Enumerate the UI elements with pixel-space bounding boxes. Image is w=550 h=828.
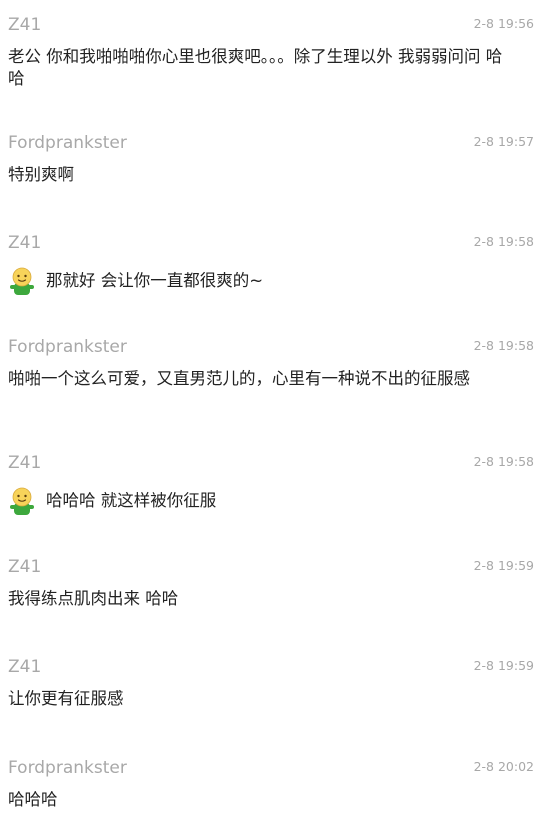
message-text[interactable]: 让你更有征服感 [8, 688, 508, 710]
message-text[interactable]: 特别爽啊 [8, 164, 508, 186]
chat-log: Z41 2-8 19:56 老公 你和我啪啪啪你心里也很爽吧。。。除了生理以外 … [0, 0, 550, 828]
message-timestamp: 2-8 19:59 [473, 558, 534, 573]
message-sender: Fordprankster [8, 133, 127, 153]
message-text[interactable]: 老公 你和我啪啪啪你心里也很爽吧。。。除了生理以外 我弱弱问问 哈哈 [8, 46, 508, 90]
smiley-icon [10, 267, 34, 295]
message-timestamp: 2-8 19:59 [473, 658, 534, 673]
message-sender: Z41 [8, 233, 42, 253]
message-sender: Z41 [8, 657, 42, 677]
message-content: 那就好 会让你一直都很爽的~ [8, 264, 263, 298]
message-text[interactable]: 哈哈哈 [8, 789, 508, 811]
message-sender: Fordprankster [8, 337, 127, 357]
message-timestamp: 2-8 20:02 [473, 759, 534, 774]
message-timestamp: 2-8 19:58 [473, 454, 534, 469]
message-text[interactable]: 我得练点肌肉出来 哈哈 [8, 588, 508, 610]
message-timestamp: 2-8 19:57 [473, 134, 534, 149]
message-timestamp: 2-8 19:58 [473, 338, 534, 353]
message-sender: Fordprankster [8, 758, 127, 778]
message-content: 哈哈哈 就这样被你征服 [8, 484, 216, 518]
message-text[interactable]: 哈哈哈 就这样被你征服 [46, 490, 216, 512]
message-text[interactable]: 那就好 会让你一直都很爽的~ [46, 270, 263, 292]
message-text[interactable]: 啪啪一个这么可爱，又直男范儿的，心里有一种说不出的征服感 [8, 368, 508, 390]
message-timestamp: 2-8 19:58 [473, 234, 534, 249]
smiley-icon [10, 487, 34, 515]
message-sender: Z41 [8, 557, 42, 577]
message-sender: Z41 [8, 453, 42, 473]
message-timestamp: 2-8 19:56 [473, 16, 534, 31]
message-sender: Z41 [8, 15, 42, 35]
